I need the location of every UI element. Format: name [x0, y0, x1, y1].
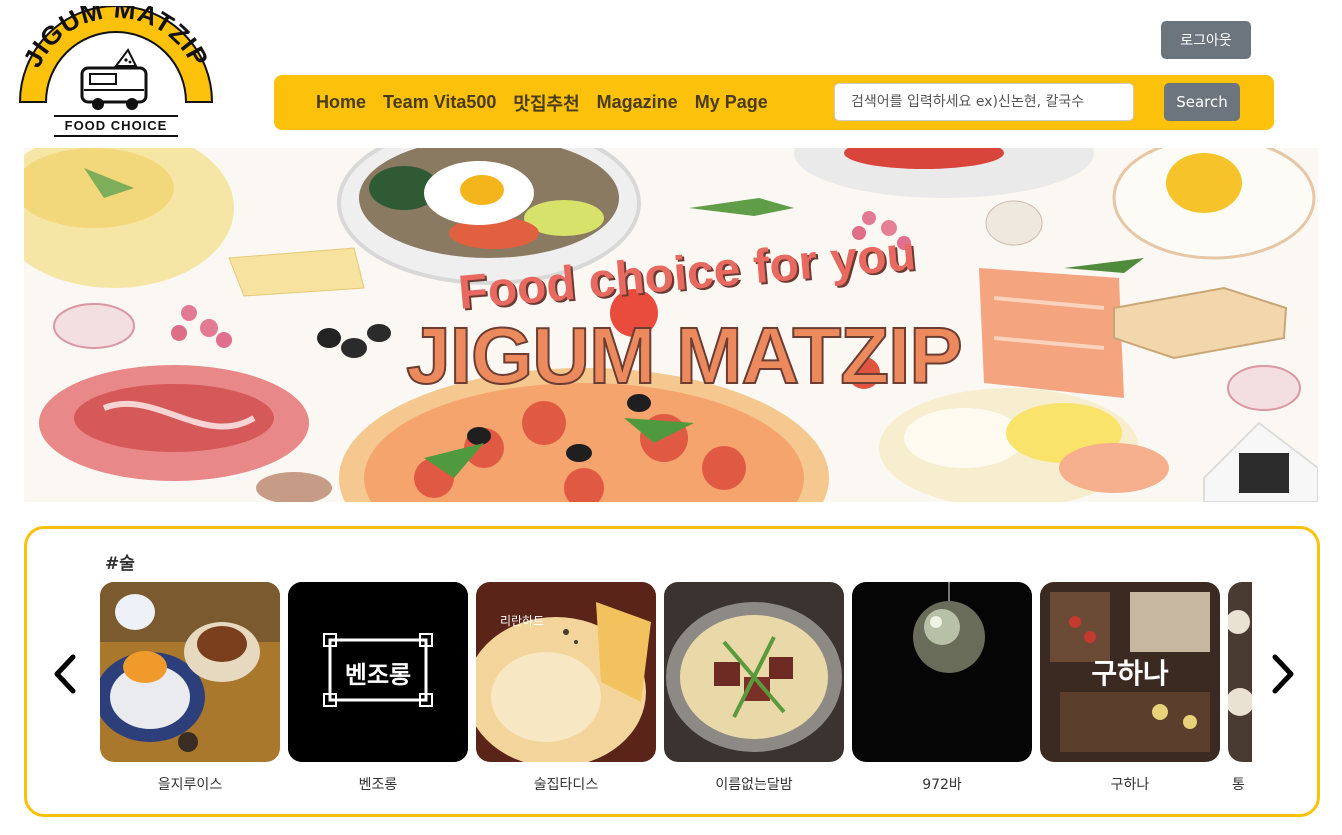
food-photo	[664, 582, 844, 762]
disco-ball-photo	[852, 582, 1032, 762]
nav-magazine[interactable]: Magazine	[597, 92, 678, 113]
restaurant-name[interactable]: 술집타디스	[476, 774, 656, 794]
restaurant-name[interactable]: 이름없는달밤	[664, 774, 844, 794]
food-photo	[476, 582, 656, 762]
restaurant-card[interactable]: 을지루이스	[100, 582, 280, 794]
restaurant-thumbnail[interactable]	[852, 582, 1032, 762]
logo-arc-text: JIGUM MATZIP	[17, 0, 214, 72]
restaurant-name[interactable]: 972바	[852, 774, 1032, 794]
site-logo[interactable]: JIGUM MATZIP FOOD CHOICE	[17, 0, 214, 140]
restaurant-thumbnail[interactable]: 벤조롱	[288, 582, 468, 762]
restaurant-card[interactable]: 통	[1228, 582, 1252, 794]
logout-button[interactable]: 로그아웃	[1161, 21, 1251, 59]
banner-title: JIGUM MATZIP	[405, 310, 963, 401]
restaurant-thumbnail[interactable]: 리란하트	[476, 582, 656, 762]
restaurant-thumbnail[interactable]: 구하나	[1040, 582, 1220, 762]
restaurant-thumbnail[interactable]	[664, 582, 844, 762]
section-tag: #술	[105, 554, 135, 574]
card-overlay-text: 리란하트	[500, 614, 545, 628]
search-input[interactable]	[834, 83, 1134, 121]
restaurant-card[interactable]: 972바	[852, 582, 1032, 794]
restaurant-card[interactable]: 이름없는달밤	[664, 582, 844, 794]
nav-team-vita500[interactable]: Team Vita500	[383, 92, 496, 113]
restaurant-name[interactable]: 통	[1228, 774, 1252, 794]
food-photo	[100, 582, 280, 762]
restaurant-card[interactable]: 벤조롱 벤조롱	[288, 582, 468, 794]
carousel-next-button[interactable]	[1263, 649, 1303, 699]
carousel-prev-button[interactable]	[45, 649, 85, 699]
restaurant-name[interactable]: 을지루이스	[100, 774, 280, 794]
svg-text:JIGUM MATZIP: JIGUM MATZIP	[18, 6, 214, 72]
card-overlay-text: 구하나	[1091, 657, 1169, 690]
chevron-left-icon	[54, 654, 76, 694]
restaurant-card[interactable]: 구하나 구하나	[1040, 582, 1220, 794]
chevron-right-icon	[1272, 654, 1294, 694]
navbar: Home Team Vita500 맛집추천 Magazine My Page …	[274, 75, 1274, 130]
food-photo	[1228, 582, 1252, 762]
restaurant-name[interactable]: 구하나	[1040, 774, 1220, 794]
hero-banner: Food choice for you JIGUM MATZIP	[24, 148, 1318, 502]
restaurant-name[interactable]: 벤조롱	[288, 774, 468, 794]
search-button[interactable]: Search	[1164, 83, 1240, 121]
logo-sub-text: FOOD CHOICE	[64, 118, 168, 133]
van-icon	[80, 48, 148, 110]
restaurant-card[interactable]: 리란하트 술집타디스	[476, 582, 656, 794]
restaurant-thumbnail[interactable]	[1228, 582, 1252, 762]
nav-matzip-recommend[interactable]: 맛집추천	[513, 90, 579, 116]
nav-home[interactable]: Home	[316, 92, 366, 113]
card-overlay-text: 벤조롱	[344, 660, 412, 689]
nav-my-page[interactable]: My Page	[695, 92, 768, 113]
restaurant-thumbnail[interactable]	[100, 582, 280, 762]
carousel-section: #술 을지루이스 벤조롱 벤조롱 리란하트 술집타디스 이름없는달밤 972바 …	[24, 526, 1320, 817]
carousel-track: 을지루이스 벤조롱 벤조롱 리란하트 술집타디스 이름없는달밤 972바 구하나…	[100, 582, 1252, 802]
nav-links: Home Team Vita500 맛집추천 Magazine My Page	[316, 75, 785, 130]
